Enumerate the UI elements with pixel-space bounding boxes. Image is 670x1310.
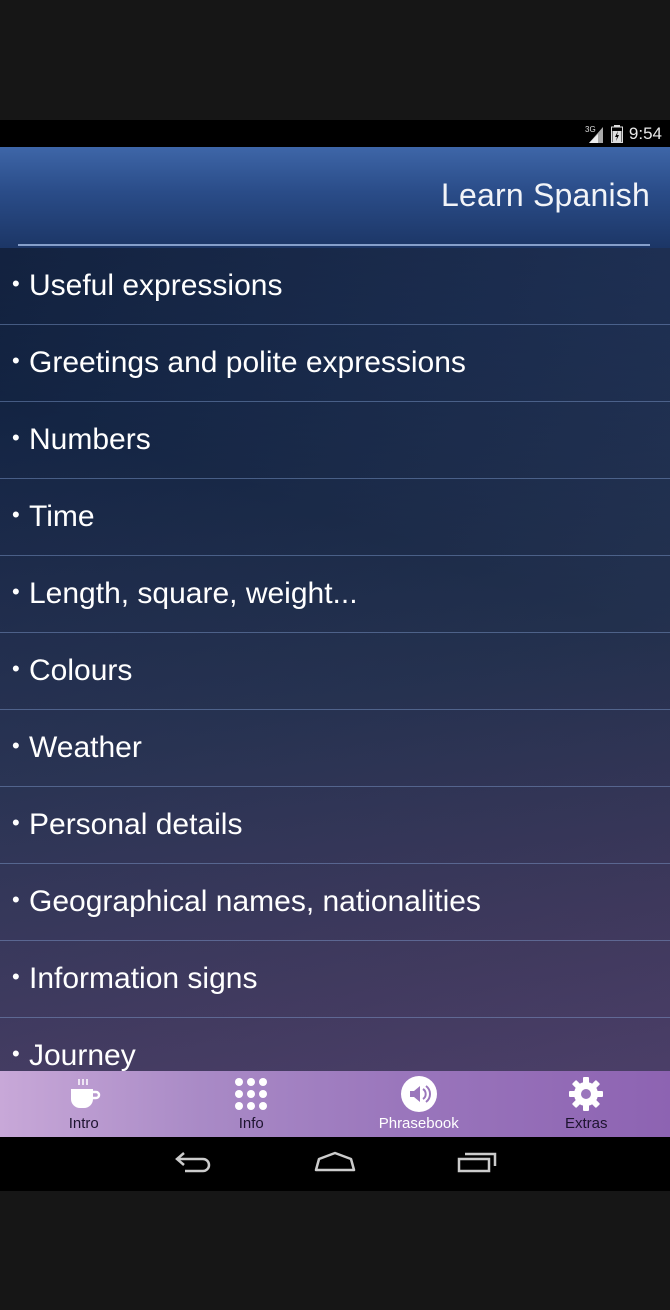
network-type-text: 3G (585, 125, 596, 134)
menu-item-label: Length, square, weight... (29, 577, 358, 610)
signal-icon: 3G (585, 125, 605, 143)
status-time: 9:54 (628, 123, 662, 143)
recents-icon (456, 1151, 498, 1177)
tab-label: Extras (564, 1115, 608, 1132)
app-title: Learn Spanish (441, 177, 650, 213)
menu-item-numbers[interactable]: • Numbers (0, 402, 670, 479)
tab-extras[interactable]: Extras (503, 1071, 670, 1137)
gear-icon (566, 1075, 606, 1113)
speaker-icon (399, 1075, 439, 1113)
battery-icon (610, 124, 623, 143)
menu-item-label: Useful expressions (29, 269, 283, 302)
app-header: Learn Spanish (0, 147, 670, 248)
tab-label: Intro (68, 1115, 99, 1132)
menu-item-time[interactable]: • Time (0, 479, 670, 556)
menu-item-label: Numbers (29, 423, 151, 456)
screen-top-margin (0, 0, 670, 120)
menu-item-information-signs[interactable]: • Information signs (0, 941, 670, 1018)
back-button[interactable] (122, 1137, 264, 1191)
menu-item-label: Geographical names, nationalities (29, 885, 481, 918)
tab-phrasebook[interactable]: Phrasebook (335, 1071, 503, 1137)
menu-item-personal-details[interactable]: • Personal details (0, 787, 670, 864)
system-navigation-bar (0, 1137, 670, 1191)
bullet: • (12, 502, 20, 527)
menu-item-label: Journey (29, 1039, 136, 1072)
menu-item-label: Greetings and polite expressions (29, 346, 466, 379)
phrasebook-menu: • Useful expressions • Greetings and polit… (0, 248, 670, 1095)
menu-item-label: Time (29, 500, 95, 533)
bottom-tab-bar: Intro Info Phrasebook Extras (0, 1071, 670, 1137)
back-icon (173, 1150, 213, 1178)
menu-item-geographical-names[interactable]: • Geographical names, nationalities (0, 864, 670, 941)
home-button[interactable] (264, 1137, 406, 1191)
bullet: • (12, 271, 20, 296)
tab-label: Info (238, 1115, 264, 1132)
menu-item-label: Colours (29, 654, 133, 687)
coffee-cup-icon (64, 1075, 104, 1113)
menu-item-label: Personal details (29, 808, 243, 841)
bullet: • (12, 810, 20, 835)
bullet: • (12, 656, 20, 681)
bullet: • (12, 1041, 20, 1066)
home-icon (313, 1151, 357, 1177)
bullet: • (12, 425, 20, 450)
menu-item-greetings[interactable]: • Greetings and polite expressions (0, 325, 670, 402)
menu-item-colours[interactable]: • Colours (0, 633, 670, 710)
status-bar: 3G 9:54 (0, 120, 670, 147)
menu-item-weather[interactable]: • Weather (0, 710, 670, 787)
grid-dots-icon (231, 1075, 271, 1113)
bullet: • (12, 964, 20, 989)
menu-item-label: Weather (29, 731, 142, 764)
bullet: • (12, 579, 20, 604)
tab-info[interactable]: Info (168, 1071, 336, 1137)
menu-item-length-square-weight[interactable]: • Length, square, weight... (0, 556, 670, 633)
recents-button[interactable] (406, 1137, 548, 1191)
bullet: • (12, 887, 20, 912)
menu-item-useful-expressions[interactable]: • Useful expressions (0, 248, 670, 325)
tab-label: Phrasebook (378, 1115, 459, 1132)
tab-intro[interactable]: Intro (0, 1071, 168, 1137)
bullet: • (12, 733, 20, 758)
menu-item-label: Information signs (29, 962, 258, 995)
screen-bottom-margin (0, 1191, 670, 1310)
bullet: • (12, 348, 20, 373)
app-content: Learn Spanish • Useful expressions • Greet… (0, 147, 670, 1137)
